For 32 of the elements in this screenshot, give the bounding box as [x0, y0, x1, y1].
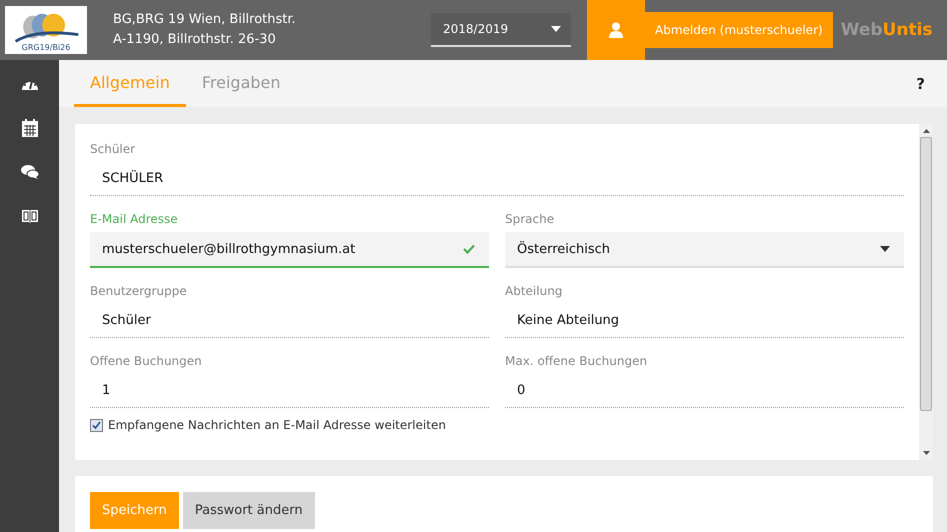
- checkbox[interactable]: [90, 418, 103, 432]
- field-label: Max. offene Buchungen: [505, 353, 648, 370]
- chat-icon[interactable]: [20, 164, 38, 180]
- language-select[interactable]: Österreichisch: [505, 232, 904, 268]
- field-label: Sprache: [505, 211, 556, 228]
- field-value: Schüler: [90, 304, 489, 338]
- calendar-icon[interactable]: [22, 119, 38, 137]
- field-value: SCHÜLER: [90, 162, 904, 196]
- help-link[interactable]: ?: [916, 74, 925, 92]
- field-value: 0: [505, 374, 904, 408]
- scroll-down-arrow-icon[interactable]: [922, 451, 930, 455]
- user-icon: [609, 22, 623, 38]
- book-icon[interactable]: [20, 208, 38, 224]
- checkbox-label: Empfangene Nachrichten an E-Mail Adresse weiterleiten: [108, 418, 446, 432]
- email-field[interactable]: musterschueler@billrothgymnasium.at: [90, 232, 489, 268]
- field-label: Abteilung: [505, 283, 564, 300]
- field-label: E-Mail Adresse: [90, 211, 179, 228]
- field-label: Benutzergruppe: [90, 283, 188, 300]
- scroll-up-arrow-icon[interactable]: [922, 129, 930, 133]
- field-value: Keine Abteilung: [505, 304, 904, 338]
- caret-icon: [551, 26, 561, 32]
- scrollbar[interactable]: [919, 124, 933, 460]
- school-address: A-1190, Billrothstr. 26-30: [113, 31, 277, 49]
- check-icon: [463, 244, 475, 254]
- school-name: BG,BRG 19 Wien, Billrothstr.: [113, 11, 297, 29]
- change-password-button[interactable]: Passwort ändern: [182, 492, 315, 529]
- field-value: 1: [90, 374, 489, 408]
- school-year-select[interactable]: 2018/2019: [431, 13, 571, 47]
- field-label: Schüler: [90, 141, 136, 158]
- logo-text: GRG19/Bi26: [22, 43, 70, 52]
- caret-icon: [880, 246, 890, 252]
- field-label: Offene Buchungen: [90, 353, 203, 370]
